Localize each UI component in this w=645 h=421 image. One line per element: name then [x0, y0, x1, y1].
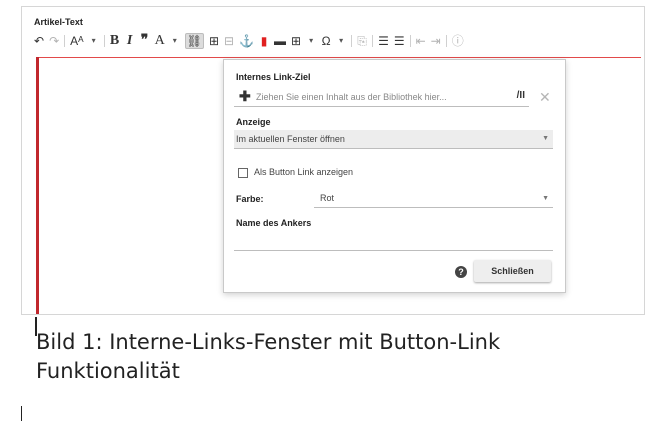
- caption-line-1: Bild 1: Interne-Links-Fenster mit Button…: [36, 330, 501, 354]
- special-character-icon[interactable]: Ω: [321, 34, 331, 48]
- toolbar-divider: [445, 35, 447, 47]
- color-select-value: Rot: [320, 193, 335, 203]
- outdent-icon[interactable]: ⇤: [416, 34, 426, 48]
- font-size-icon[interactable]: Aᴬ: [70, 34, 83, 48]
- chevron-down-icon[interactable]: ▾: [170, 34, 180, 48]
- close-icon[interactable]: ✕: [539, 90, 551, 104]
- chevron-down-icon[interactable]: ▾: [336, 34, 346, 48]
- editor-toolbar: ↶ ↷ Aᴬ ▾ B I ❞ A ▾ ⛓ ⊞ ⊟ ⚓ ▮ ▬ ⊞ ▾ Ω ▾ ⎘…: [34, 33, 464, 49]
- chevron-down-icon[interactable]: ▾: [306, 34, 316, 48]
- table-icon[interactable]: ⊞: [291, 34, 301, 48]
- chevron-down-icon[interactable]: ▾: [89, 34, 99, 48]
- indent-icon[interactable]: ⇥: [431, 34, 441, 48]
- unlink-icon[interactable]: ⊟: [224, 34, 234, 48]
- chevron-down-icon: ▼: [542, 195, 549, 202]
- editor-content-area[interactable]: [36, 57, 39, 314]
- button-link-checkbox-label: Als Button Link anzeigen: [254, 167, 354, 177]
- add-icon[interactable]: ✚: [239, 89, 251, 103]
- caption-line-2: Funktionalität: [36, 359, 180, 383]
- link-symbol-icon: /II: [516, 90, 525, 101]
- help-icon[interactable]: ?: [455, 266, 467, 278]
- close-button[interactable]: Schließen: [474, 260, 551, 282]
- link-target-input[interactable]: [256, 89, 488, 104]
- internal-link-dialog: Internes Link-Ziel ✚ /II ✕ Anzeige Im ak…: [223, 59, 566, 293]
- link-add-icon[interactable]: ⊞: [209, 34, 219, 48]
- anchor-name-input[interactable]: [234, 232, 553, 251]
- link-target-label: Internes Link-Ziel: [236, 72, 311, 82]
- field-label: Artikel-Text: [34, 17, 83, 27]
- color-select[interactable]: Rot ▼: [224, 190, 553, 208]
- display-select-value: Im aktuellen Fenster öffnen: [236, 134, 345, 144]
- toolbar-divider: [103, 35, 105, 47]
- paste-icon[interactable]: ⎘: [357, 34, 367, 48]
- bold-button[interactable]: B: [110, 34, 120, 48]
- button-link-checkbox[interactable]: [238, 168, 248, 178]
- anchor-name-label: Name des Ankers: [236, 218, 312, 228]
- numbered-list-icon[interactable]: ☰: [378, 34, 389, 48]
- undo-icon[interactable]: ↶: [34, 34, 44, 48]
- toolbar-divider: [372, 35, 374, 47]
- text-color-button[interactable]: A: [155, 34, 165, 48]
- color-select-underline: [314, 207, 553, 208]
- link-target-field[interactable]: ✚ /II: [234, 88, 529, 107]
- figure-caption: Bild 1: Interne-Links-Fenster mit Button…: [36, 328, 636, 386]
- anchor-icon[interactable]: ⚓: [239, 34, 254, 48]
- italic-button[interactable]: I: [125, 34, 135, 48]
- display-select[interactable]: Im aktuellen Fenster öffnen ▼: [234, 130, 553, 149]
- internal-link-icon[interactable]: ⛓: [184, 33, 204, 49]
- editor-top-border: [36, 57, 641, 58]
- bullet-list-icon[interactable]: ☰: [394, 34, 405, 48]
- info-icon[interactable]: ⓘ: [452, 34, 464, 48]
- toolbar-divider: [351, 35, 353, 47]
- toolbar-divider: [409, 35, 411, 47]
- redo-icon[interactable]: ↷: [49, 34, 59, 48]
- chevron-down-icon: ▼: [542, 135, 549, 142]
- display-label: Anzeige: [236, 117, 271, 127]
- media-icon[interactable]: ▮: [259, 34, 269, 48]
- toolbar-divider: [64, 35, 66, 47]
- box-icon[interactable]: ▬: [274, 34, 286, 48]
- document-margin-line: [21, 406, 22, 421]
- blockquote-icon[interactable]: ❞: [140, 34, 150, 48]
- cms-editor-screen: Artikel-Text ↶ ↷ Aᴬ ▾ B I ❞ A ▾ ⛓ ⊞ ⊟ ⚓ …: [21, 6, 645, 315]
